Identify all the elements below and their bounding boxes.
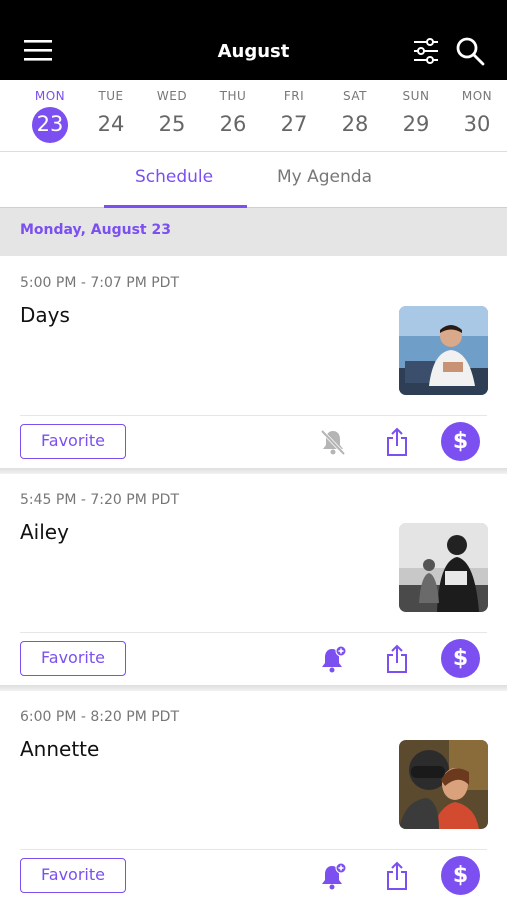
day-23[interactable]: MON 23 — [20, 80, 80, 152]
favorite-button[interactable]: Favorite — [20, 424, 126, 459]
card-divider — [20, 415, 487, 416]
favorite-button[interactable]: Favorite — [20, 858, 126, 893]
buy-ticket-button[interactable]: $ — [441, 856, 480, 895]
day-30[interactable]: MON 30 — [447, 80, 507, 152]
event-title: Days — [20, 303, 70, 327]
search-icon[interactable] — [455, 36, 485, 66]
view-tabs: Schedule My Agenda — [0, 152, 507, 208]
event-card[interactable]: 5:45 PM - 7:20 PM PDT Ailey Favorite $ — [0, 474, 507, 685]
share-icon[interactable] — [384, 861, 410, 891]
day-29[interactable]: SUN 29 — [386, 80, 446, 152]
share-icon[interactable] — [384, 644, 410, 674]
event-time: 5:00 PM - 7:07 PM PDT — [20, 275, 179, 291]
day-number: 30 — [463, 112, 491, 136]
day-of-week-label: WED — [156, 89, 188, 103]
event-time: 5:45 PM - 7:20 PM PDT — [20, 492, 179, 508]
event-card[interactable]: 5:00 PM - 7:07 PM PDT Days Favorite $ — [0, 257, 507, 468]
day-of-week-label: MON — [461, 89, 493, 103]
tab-schedule[interactable]: Schedule — [135, 167, 213, 187]
day-24[interactable]: TUE 24 — [81, 80, 141, 152]
day-of-week-label: THU — [219, 89, 247, 103]
event-title: Ailey — [20, 520, 69, 544]
event-thumbnail[interactable] — [399, 306, 488, 395]
day-28[interactable]: SAT 28 — [325, 80, 385, 152]
event-card[interactable]: 6:00 PM - 8:20 PM PDT Annette Favorite $ — [0, 691, 507, 900]
share-icon[interactable] — [384, 427, 410, 457]
event-time: 6:00 PM - 8:20 PM PDT — [20, 709, 179, 725]
card-divider — [20, 849, 487, 850]
favorite-button[interactable]: Favorite — [20, 641, 126, 676]
tab-my-agenda[interactable]: My Agenda — [277, 167, 372, 187]
day-number: 28 — [341, 112, 369, 136]
card-divider — [20, 632, 487, 633]
date-heading: Monday, August 23 — [20, 222, 171, 238]
day-of-week-label: MON — [34, 89, 66, 103]
day-25[interactable]: WED 25 — [142, 80, 202, 152]
day-number: 29 — [402, 112, 430, 136]
date-section-header: Monday, August 23 — [0, 208, 507, 256]
day-number: 27 — [280, 112, 308, 136]
bell-off-icon[interactable] — [319, 428, 347, 456]
day-of-week-label: SAT — [343, 89, 367, 103]
bell-add-icon[interactable] — [319, 645, 347, 673]
sliders-filter-icon[interactable] — [412, 37, 440, 65]
event-title: Annette — [20, 737, 100, 761]
day-of-week-label: SUN — [402, 89, 430, 103]
day-number: 23 — [36, 112, 64, 136]
day-of-week-label: FRI — [283, 89, 305, 103]
week-day-strip: MON 23 TUE 24 WED 25 THU 26 FRI 27 SAT 2… — [0, 80, 507, 152]
day-27[interactable]: FRI 27 — [264, 80, 324, 152]
day-number: 24 — [97, 112, 125, 136]
day-26[interactable]: THU 26 — [203, 80, 263, 152]
day-number: 25 — [158, 112, 186, 136]
day-number: 26 — [219, 112, 247, 136]
buy-ticket-button[interactable]: $ — [441, 422, 480, 461]
buy-ticket-button[interactable]: $ — [441, 639, 480, 678]
event-thumbnail[interactable] — [399, 523, 488, 612]
bell-add-icon[interactable] — [319, 862, 347, 890]
top-app-bar: August — [0, 0, 507, 80]
event-thumbnail[interactable] — [399, 740, 488, 829]
day-of-week-label: TUE — [98, 89, 124, 103]
